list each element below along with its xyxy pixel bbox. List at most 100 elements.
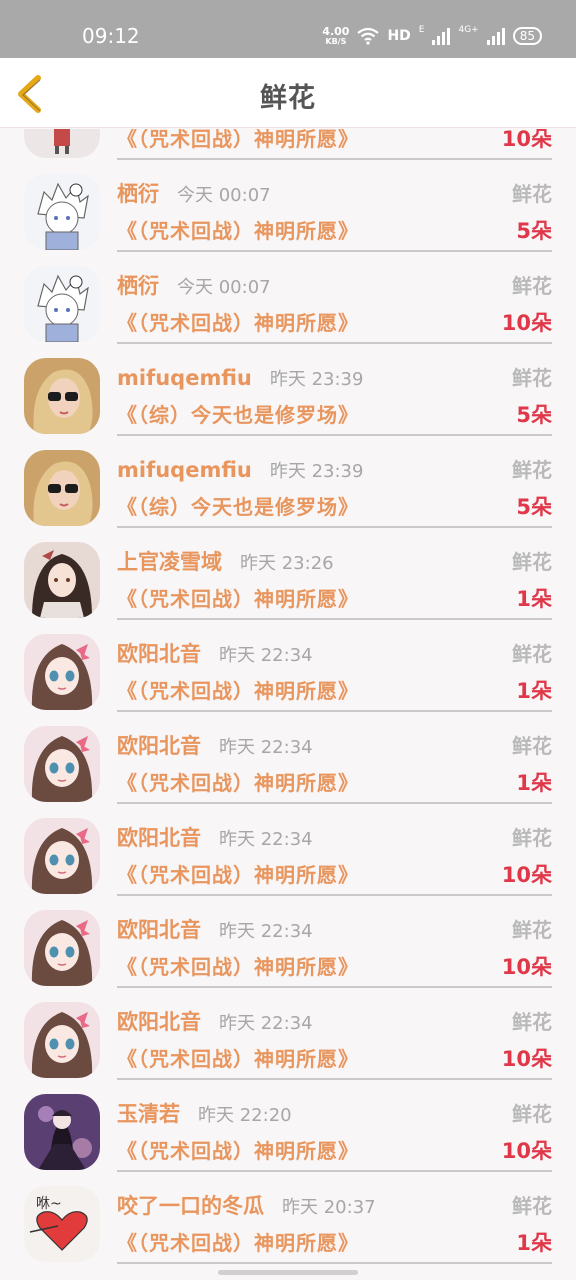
book-title[interactable]: 《（咒术回战）神明所愿》 bbox=[117, 951, 359, 980]
gift-row-1[interactable]: 千猫狸咩 今天 08:30 鲜花 《（咒术回战）神明所愿》 10朵 bbox=[0, 129, 576, 160]
sketch-boy-avatar[interactable] bbox=[24, 266, 100, 342]
net-speed: 4.00 KB/S bbox=[322, 24, 350, 46]
anime-gothic-girl-avatar[interactable] bbox=[24, 1094, 100, 1170]
gift-quantity: 1朵 bbox=[516, 679, 552, 703]
status-icons: 4.00 KB/S HD E 4G+ 85 bbox=[322, 25, 542, 47]
gift-time: 昨天 23:26 bbox=[240, 553, 334, 574]
username[interactable]: 咬了一口的冬瓜 bbox=[117, 1190, 264, 1220]
gift-row-13[interactable]: 咻~ 咬了一口的冬瓜 昨天 20:37 鲜花 《（咒术回战）神明所愿》 1朵 bbox=[0, 1172, 576, 1264]
gift-row-5[interactable]: mifuqemfiu 昨天 23:39 鲜花 《（综）今天也是修罗场》 5朵 bbox=[0, 436, 576, 528]
book-title[interactable]: 《（综）今天也是修罗场》 bbox=[117, 491, 359, 520]
gift-row-11[interactable]: 欧阳北音 昨天 22:34 鲜花 《（咒术回战）神明所愿》 10朵 bbox=[0, 988, 576, 1080]
gift-quantity: 10朵 bbox=[501, 1139, 552, 1163]
username[interactable]: 欧阳北音 bbox=[117, 730, 201, 760]
username[interactable]: 欧阳北音 bbox=[117, 638, 201, 668]
gift-row-12[interactable]: 玉清若 昨天 22:20 鲜花 《（咒术回战）神明所愿》 10朵 bbox=[0, 1080, 576, 1172]
book-title[interactable]: 《（咒术回战）神明所愿》 bbox=[117, 215, 359, 244]
chibi-girl-avatar[interactable] bbox=[24, 129, 100, 158]
book-title[interactable]: 《（咒术回战）神明所愿》 bbox=[117, 583, 359, 612]
gift-row-4[interactable]: mifuqemfiu 昨天 23:39 鲜花 《（综）今天也是修罗场》 5朵 bbox=[0, 344, 576, 436]
gift-type: 鲜花 bbox=[512, 1194, 552, 1218]
gift-type: 鲜花 bbox=[512, 182, 552, 206]
gift-time: 昨天 22:34 bbox=[219, 829, 313, 850]
book-title[interactable]: 《（咒术回战）神明所愿》 bbox=[117, 859, 359, 888]
anime-dark-hair-avatar[interactable] bbox=[24, 542, 100, 618]
book-title[interactable]: 《（咒术回战）神明所愿》 bbox=[117, 767, 359, 796]
username[interactable]: 栖衍 bbox=[117, 178, 159, 208]
gift-quantity: 1朵 bbox=[516, 587, 552, 611]
gift-time: 昨天 22:34 bbox=[219, 737, 313, 758]
book-title[interactable]: 《（咒术回战）神明所愿》 bbox=[117, 1227, 359, 1256]
gift-quantity: 1朵 bbox=[516, 1231, 552, 1255]
gift-type: 鲜花 bbox=[512, 1102, 552, 1126]
gift-quantity: 10朵 bbox=[501, 129, 552, 151]
photo-sunglasses-avatar[interactable] bbox=[24, 450, 100, 526]
signal-1-icon bbox=[432, 27, 451, 45]
username[interactable]: 欧阳北音 bbox=[117, 914, 201, 944]
book-title[interactable]: 《（咒术回战）神明所愿》 bbox=[117, 675, 359, 704]
username[interactable]: 欧阳北音 bbox=[117, 822, 201, 852]
signal-1-label: E bbox=[418, 25, 425, 35]
gift-quantity: 5朵 bbox=[516, 219, 552, 243]
book-title[interactable]: 《（咒术回战）神明所愿》 bbox=[117, 129, 359, 152]
row-divider bbox=[117, 1262, 552, 1264]
username[interactable]: mifuqemfiu bbox=[117, 458, 252, 482]
gift-quantity: 1朵 bbox=[516, 771, 552, 795]
anime-girl-bow-avatar[interactable] bbox=[24, 818, 100, 894]
gift-time: 昨天 22:34 bbox=[219, 921, 313, 942]
book-title[interactable]: 《（咒术回战）神明所愿》 bbox=[117, 307, 359, 336]
gift-time: 昨天 20:37 bbox=[282, 1197, 376, 1218]
battery-indicator: 85 bbox=[512, 27, 542, 45]
gift-row-3[interactable]: 栖衍 今天 00:07 鲜花 《（咒术回战）神明所愿》 10朵 bbox=[0, 252, 576, 344]
gift-type: 鲜花 bbox=[512, 642, 552, 666]
gift-quantity: 10朵 bbox=[501, 955, 552, 979]
gift-list[interactable]: 千猫狸咩 今天 08:30 鲜花 《（咒术回战）神明所愿》 10朵 栖衍 今天 … bbox=[0, 129, 576, 1280]
gift-quantity: 10朵 bbox=[501, 863, 552, 887]
page-title: 鲜花 bbox=[260, 83, 316, 114]
status-time: 09:12 bbox=[82, 24, 140, 48]
gift-quantity: 10朵 bbox=[501, 1047, 552, 1071]
gift-time: 今天 00:07 bbox=[177, 185, 271, 206]
book-title[interactable]: 《（咒术回战）神明所愿》 bbox=[117, 1135, 359, 1164]
gift-row-8[interactable]: 欧阳北音 昨天 22:34 鲜花 《（咒术回战）神明所愿》 1朵 bbox=[0, 712, 576, 804]
header-bar: 鲜花 bbox=[0, 58, 576, 128]
gift-time: 昨天 23:39 bbox=[269, 461, 364, 482]
gift-type: 鲜花 bbox=[512, 918, 552, 942]
gift-row-10[interactable]: 欧阳北音 昨天 22:34 鲜花 《（咒术回战）神明所愿》 10朵 bbox=[0, 896, 576, 988]
gift-row-9[interactable]: 欧阳北音 昨天 22:34 鲜花 《（咒术回战）神明所愿》 10朵 bbox=[0, 804, 576, 896]
hd-indicator: HD bbox=[387, 28, 411, 44]
book-title[interactable]: 《（咒术回战）神明所愿》 bbox=[117, 1043, 359, 1072]
wifi-icon bbox=[357, 27, 380, 45]
anime-girl-bow-avatar[interactable] bbox=[24, 634, 100, 710]
anime-girl-bow-avatar[interactable] bbox=[24, 910, 100, 986]
anime-girl-bow-avatar[interactable] bbox=[24, 726, 100, 802]
gift-row-7[interactable]: 欧阳北音 昨天 22:34 鲜花 《（咒术回战）神明所愿》 1朵 bbox=[0, 620, 576, 712]
gift-type: 鲜花 bbox=[512, 550, 552, 574]
gift-time: 昨天 22:34 bbox=[219, 645, 313, 666]
gift-row-2[interactable]: 栖衍 今天 00:07 鲜花 《（咒术回战）神明所愿》 5朵 bbox=[0, 160, 576, 252]
username[interactable]: 欧阳北音 bbox=[117, 1006, 201, 1036]
gift-row-6[interactable]: 上官凌雪域 昨天 23:26 鲜花 《（咒术回战）神明所愿》 1朵 bbox=[0, 528, 576, 620]
anime-girl-bow-avatar[interactable] bbox=[24, 1002, 100, 1078]
gift-quantity: 10朵 bbox=[501, 311, 552, 335]
book-title[interactable]: 《（综）今天也是修罗场》 bbox=[117, 399, 359, 428]
status-bar: 09:12 4.00 KB/S HD E 4G+ 85 bbox=[0, 0, 576, 58]
gift-type: 鲜花 bbox=[512, 366, 552, 390]
signal-2-label: 4G+ bbox=[458, 25, 479, 35]
gift-type: 鲜花 bbox=[512, 734, 552, 758]
heart-drawing-avatar[interactable]: 咻~ bbox=[24, 1186, 100, 1262]
home-indicator bbox=[218, 1270, 358, 1275]
sketch-boy-avatar[interactable] bbox=[24, 174, 100, 250]
photo-sunglasses-avatar[interactable] bbox=[24, 358, 100, 434]
username[interactable]: 上官凌雪域 bbox=[117, 546, 222, 576]
gift-quantity: 5朵 bbox=[516, 403, 552, 427]
signal-2-icon bbox=[486, 27, 505, 45]
gift-type: 鲜花 bbox=[512, 274, 552, 298]
username[interactable]: 玉清若 bbox=[117, 1098, 180, 1128]
username[interactable]: 栖衍 bbox=[117, 270, 159, 300]
gift-type: 鲜花 bbox=[512, 1010, 552, 1034]
username[interactable]: mifuqemfiu bbox=[117, 366, 252, 390]
gift-time: 今天 00:07 bbox=[177, 277, 271, 298]
gift-type: 鲜花 bbox=[512, 458, 552, 482]
gift-time: 昨天 23:39 bbox=[269, 369, 364, 390]
